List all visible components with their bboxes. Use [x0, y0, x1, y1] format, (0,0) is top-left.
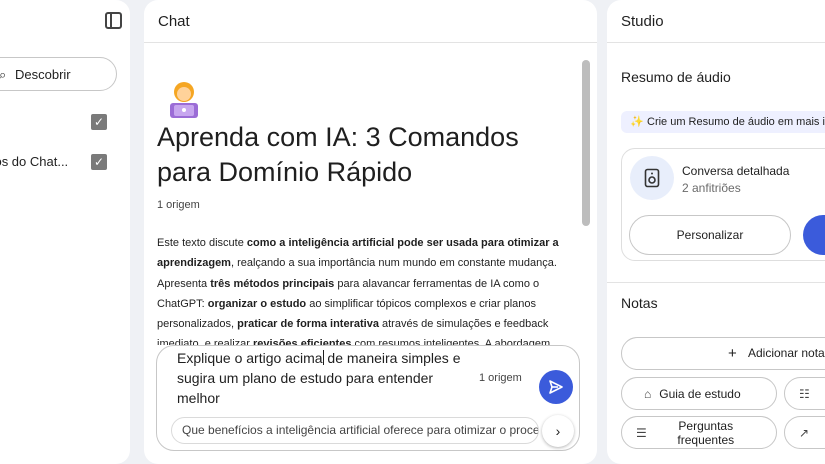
summary-segment: Este texto discute: [157, 237, 247, 249]
audio-card-subtitle: 2 anfitriões: [682, 181, 741, 195]
plus-icon: +: [728, 345, 737, 362]
suggested-question[interactable]: Que benefícios a inteligência artificial…: [171, 417, 539, 444]
chat-composer[interactable]: Explique o artigo acima de maneira simpl…: [156, 345, 580, 451]
audio-overview-card: Conversa detalhada 2 anfitriões Personal…: [621, 148, 825, 261]
composer-origin-count: 1 origem: [479, 372, 522, 384]
audio-overview-title: Resumo de áudio: [621, 69, 731, 85]
source-checkbox[interactable]: ✓: [91, 154, 107, 170]
faq-label: Perguntas frequentes: [677, 418, 735, 447]
faq-button[interactable]: ☰ Perguntas frequentes: [621, 416, 777, 449]
customize-button[interactable]: Personalizar: [629, 215, 791, 255]
speaker-icon: [630, 156, 674, 200]
list-icon: ☰: [636, 425, 647, 440]
briefing-doc-button[interactable]: ☷: [784, 377, 825, 410]
add-note-button[interactable]: + Adicionar nota: [621, 337, 825, 370]
composer-input[interactable]: Explique o artigo acima de maneira simpl…: [177, 348, 467, 408]
search-sparkle-icon: ⌕: [0, 67, 7, 82]
scrollbar-thumb[interactable]: [582, 60, 590, 226]
document-icon: ☷: [799, 386, 810, 401]
notes-title: Notas: [621, 295, 658, 311]
document-summary: Este texto discute como a inteligência a…: [157, 233, 575, 345]
chat-panel: Chat Aprenda com IA: 3 Comandos para Dom…: [144, 0, 597, 464]
student-emoji-icon: [170, 82, 198, 118]
chat-title: Chat: [158, 13, 190, 30]
add-note-label: Adicionar nota: [748, 346, 825, 360]
divider: [607, 282, 825, 283]
source-checkbox[interactable]: ✓: [91, 114, 107, 130]
send-button[interactable]: [539, 370, 573, 404]
timeline-button[interactable]: ↗: [784, 416, 825, 449]
send-icon: [549, 380, 563, 394]
source-item-label[interactable]: ndos do Chat...: [0, 154, 68, 169]
audio-card-title: Conversa detalhada: [682, 164, 790, 178]
graduation-cap-icon: ⌂: [644, 386, 652, 401]
studio-title: Studio: [621, 13, 664, 30]
collapse-panel-icon[interactable]: [105, 12, 122, 29]
composer-text-before: Explique o artigo acima: [177, 350, 323, 366]
study-guide-button[interactable]: ⌂ Guia de estudo: [621, 377, 777, 410]
studio-panel: Studio Resumo de áudio ✨ Crie um Resumo …: [607, 0, 825, 464]
summary-bold-segment: três métodos principais: [210, 277, 335, 290]
chat-header: Chat: [144, 0, 597, 43]
study-guide-label: Guia de estudo: [659, 386, 741, 401]
document-origin-count[interactable]: 1 origem: [157, 199, 200, 211]
generate-button[interactable]: [803, 215, 825, 255]
party-icon: ✨: [630, 116, 644, 128]
summary-bold-segment: praticar de forma interativa: [237, 318, 379, 331]
discover-button[interactable]: ⌕ Descobrir: [0, 57, 117, 91]
timeline-icon: ↗: [799, 425, 810, 440]
document-title: Aprenda com IA: 3 Comandos para Domínio …: [157, 122, 519, 187]
studio-header: Studio: [607, 0, 825, 43]
summary-bold-segment: organizar o estudo: [207, 297, 307, 310]
audio-promo-banner[interactable]: ✨ Crie um Resumo de áudio em mais id: [621, 111, 825, 133]
promo-text: Crie um Resumo de áudio em mais id: [647, 116, 825, 128]
discover-label: Descobrir: [15, 66, 71, 82]
sources-panel: ⌕ Descobrir es ✓ ndos do Chat... ✓: [0, 0, 130, 464]
chevron-right-icon[interactable]: ›: [542, 415, 574, 447]
